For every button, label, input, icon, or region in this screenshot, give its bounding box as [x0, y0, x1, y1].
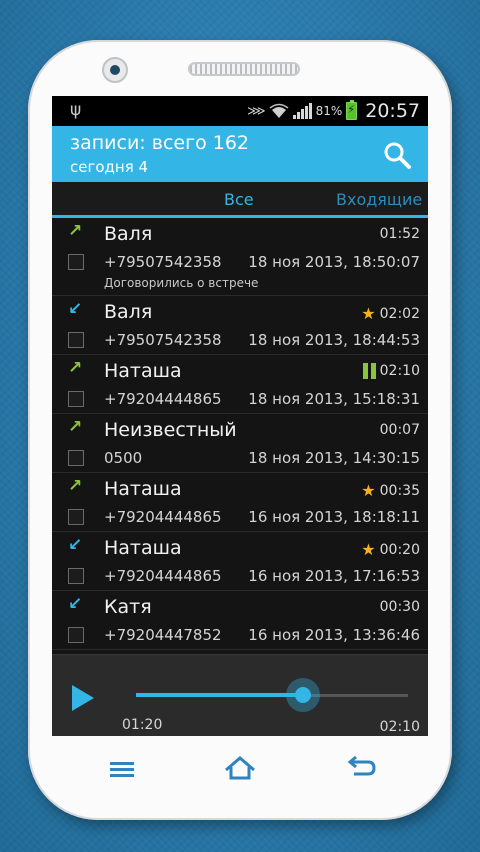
record-duration: ★ 00:35 [361, 481, 420, 500]
home-icon[interactable] [220, 752, 260, 784]
contact-name: Валя [104, 223, 153, 245]
outgoing-call-icon: ↗ [68, 221, 83, 241]
seek-handle[interactable] [286, 678, 321, 712]
outgoing-call-icon: ↗ [68, 417, 83, 437]
action-bar: записи: всего 162 сегодня 4 [52, 126, 428, 182]
play-icon[interactable] [72, 685, 94, 711]
screen: ψ ⋙ 81% 20:57 записи: всего 162 сегодня … [52, 96, 428, 736]
record-date: 18 ноя 2013, 18:44:53 [248, 331, 420, 349]
phone-number: +79507542358 [104, 331, 222, 349]
record-date: 18 ноя 2013, 14:30:15 [248, 449, 420, 467]
status-icons: ⋙ 81% 20:57 [247, 96, 420, 126]
records-list[interactable]: ↗ Валя 01:52 +79507542358 18 ноя 2013, 18:50… [52, 218, 428, 654]
contact-name: Наташа [104, 537, 182, 559]
record-checkbox[interactable] [68, 391, 84, 407]
battery-percent: 81% [315, 104, 343, 118]
record-checkbox[interactable] [68, 568, 84, 584]
phone-frame: ψ ⋙ 81% 20:57 записи: всего 162 сегодня … [28, 40, 452, 820]
star-icon: ★ [361, 540, 376, 559]
contact-name: Валя [104, 301, 153, 323]
vibrate-icon: ⋙ [247, 103, 265, 119]
tab-all[interactable]: Все [224, 190, 254, 209]
record-row[interactable]: ↗ Неизвестный 00:07 0500 18 ноя 2013, 14:30:… [52, 414, 428, 473]
record-checkbox[interactable] [68, 509, 84, 525]
current-time: 01:20 [122, 717, 163, 733]
incoming-call-icon: ↙ [68, 594, 83, 614]
duration-text: 01:52 [379, 226, 420, 242]
duration-text: 00:07 [379, 422, 420, 438]
record-row[interactable]: ↗ Наташа 02:10 +79204444865 18 ноя 2013, 15:… [52, 355, 428, 414]
usb-icon: ψ [70, 100, 82, 120]
phone-number: 0500 [104, 449, 143, 467]
record-date: 16 ноя 2013, 13:36:46 [248, 626, 420, 644]
front-camera [102, 57, 128, 83]
record-duration: 01:52 [380, 226, 420, 242]
hardware-nav-bar [28, 740, 452, 800]
record-row[interactable]: ↙ Наташа ★ 00:20 +79204444865 16 ноя 2013, 17… [52, 532, 428, 591]
record-checkbox[interactable] [68, 254, 84, 270]
record-row[interactable]: ↗ Наташа ★ 00:35 +79204444865 16 ноя 2013, 18… [52, 473, 428, 532]
record-row[interactable]: ↗ Валя 01:52 +79507542358 18 ноя 2013, 18:50… [52, 218, 428, 296]
record-checkbox[interactable] [68, 450, 84, 466]
tab-bar: Все Входящие [52, 182, 428, 218]
contact-name: Неизвестный [104, 419, 237, 441]
battery-charging-icon [346, 100, 358, 120]
duration-text: 02:10 [379, 363, 420, 379]
incoming-call-icon: ↙ [68, 299, 83, 319]
record-duration: 02:10 [362, 363, 420, 379]
phone-number: +79204444865 [104, 508, 222, 526]
record-date: 16 ноя 2013, 18:18:11 [248, 508, 420, 526]
star-icon: ★ [361, 481, 376, 500]
contact-name: Наташа [104, 478, 182, 500]
phone-number: +79204444865 [104, 390, 222, 408]
record-duration: ★ 02:02 [361, 304, 420, 323]
record-checkbox[interactable] [68, 627, 84, 643]
player-bar: 01:20 02:10 [52, 654, 428, 736]
search-icon[interactable] [382, 140, 412, 170]
record-note: Договорились о встрече [104, 276, 259, 290]
record-date: 18 ноя 2013, 18:50:07 [248, 253, 420, 271]
record-duration: 00:07 [380, 422, 420, 438]
contact-name: Катя [104, 596, 152, 618]
records-today-subtitle: сегодня 4 [70, 158, 149, 176]
status-bar: ψ ⋙ 81% 20:57 [52, 96, 428, 126]
clock: 20:57 [365, 100, 420, 122]
pause-icon [362, 363, 376, 379]
back-icon[interactable] [340, 752, 380, 784]
record-row[interactable]: ↙ Валя ★ 02:02 +79507542358 18 ноя 2013, 18:4… [52, 296, 428, 355]
phone-number: +79507542358 [104, 253, 222, 271]
record-duration: 00:30 [380, 599, 420, 615]
signal-icon [292, 103, 312, 119]
seek-progress [136, 693, 304, 697]
record-date: 18 ноя 2013, 15:18:31 [248, 390, 420, 408]
duration-text: 00:30 [379, 599, 420, 615]
duration-text: 00:35 [379, 482, 420, 499]
star-icon: ★ [361, 304, 376, 323]
phone-number: +79204447852 [104, 626, 222, 644]
incoming-call-icon: ↙ [68, 535, 83, 555]
records-total-title: записи: всего 162 [70, 132, 249, 154]
record-date: 16 ноя 2013, 17:16:53 [248, 567, 420, 585]
duration-text: 00:20 [379, 541, 420, 558]
total-time: 02:10 [379, 719, 420, 735]
duration-text: 02:02 [379, 305, 420, 322]
wifi-icon [269, 103, 289, 118]
record-row[interactable]: ↙ Катя 00:30 +79204447852 16 ноя 2013, 13:36… [52, 591, 428, 650]
tab-incoming[interactable]: Входящие [336, 190, 422, 209]
earpiece-speaker [188, 62, 300, 76]
menu-icon[interactable] [102, 752, 142, 784]
contact-name: Наташа [104, 360, 182, 382]
outgoing-call-icon: ↗ [68, 476, 83, 496]
record-duration: ★ 00:20 [361, 540, 420, 559]
phone-number: +79204444865 [104, 567, 222, 585]
outgoing-call-icon: ↗ [68, 358, 83, 378]
record-checkbox[interactable] [68, 332, 84, 348]
